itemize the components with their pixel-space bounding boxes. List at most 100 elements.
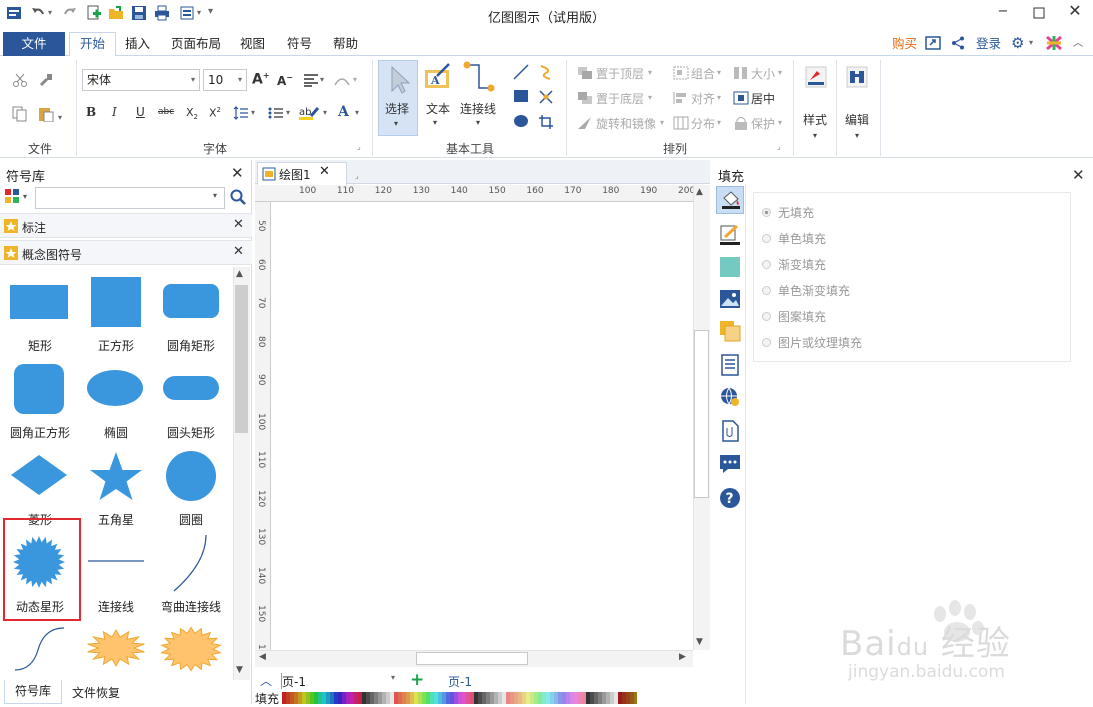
strikethrough-icon[interactable]: abc bbox=[158, 107, 174, 117]
share-icon[interactable] bbox=[950, 35, 966, 54]
bold-icon[interactable]: B bbox=[86, 105, 96, 119]
symbol-rounded-square[interactable] bbox=[14, 364, 64, 414]
tab-symbol-library[interactable]: 符号库 bbox=[4, 680, 62, 704]
scroll-up-icon[interactable]: ▲ bbox=[696, 187, 703, 197]
symbol-rounded-rectangle[interactable] bbox=[163, 284, 219, 318]
radio-button[interactable] bbox=[762, 234, 771, 243]
screen-share-icon[interactable] bbox=[925, 35, 941, 54]
layers-icon[interactable] bbox=[719, 320, 741, 342]
symbol-ellipse[interactable] bbox=[87, 370, 143, 406]
line-tool-icon[interactable] bbox=[513, 64, 529, 83]
radio-button[interactable] bbox=[762, 312, 771, 321]
login-link[interactable]: 登录 bbox=[966, 33, 1011, 56]
distribute-label[interactable]: 分布 bbox=[691, 115, 715, 132]
bullet-list-icon[interactable] bbox=[268, 106, 284, 123]
distribute-icon[interactable] bbox=[673, 116, 689, 133]
scroll-right-icon[interactable]: ▶ bbox=[679, 652, 686, 662]
paste-icon[interactable] bbox=[38, 106, 54, 125]
canvas-v-scroll-thumb[interactable] bbox=[694, 330, 709, 498]
canvas-h-scroll-thumb[interactable] bbox=[416, 652, 528, 665]
menu-file[interactable]: 文件 bbox=[3, 32, 65, 56]
close-window-button[interactable]: ✕ bbox=[1064, 1, 1086, 21]
group-label[interactable]: 组合 bbox=[691, 65, 715, 82]
grow-font-icon[interactable]: A+ bbox=[252, 71, 270, 88]
radio-button[interactable] bbox=[762, 208, 771, 217]
library-section-header[interactable]: 标注 ✕ bbox=[0, 213, 252, 238]
scroll-down-icon[interactable]: ▼ bbox=[696, 637, 703, 647]
highlight-color-icon[interactable]: ab bbox=[298, 104, 320, 123]
font-color-dropdown-icon[interactable]: ▾ bbox=[355, 108, 359, 117]
bring-front-dropdown-icon[interactable]: ▾ bbox=[648, 68, 652, 77]
text-direction-dropdown-icon[interactable]: ▾ bbox=[353, 75, 357, 84]
binoculars-icon[interactable] bbox=[846, 66, 868, 91]
italic-icon[interactable]: I bbox=[112, 105, 117, 119]
ellipse-tool-icon[interactable] bbox=[513, 114, 529, 131]
radio-button[interactable] bbox=[762, 260, 771, 269]
drawing-canvas[interactable] bbox=[271, 202, 693, 650]
help-icon[interactable]: ? bbox=[719, 487, 741, 509]
symbol-rectangle[interactable] bbox=[10, 285, 68, 319]
line-style-icon[interactable] bbox=[719, 224, 741, 246]
edit-dropdown-icon[interactable]: ▾ bbox=[855, 131, 859, 140]
send-back-label[interactable]: 置于底层 bbox=[596, 90, 644, 107]
center-label[interactable]: 居中 bbox=[751, 90, 775, 107]
tab-insert[interactable]: 插入 bbox=[115, 33, 160, 56]
tab-options-icon[interactable]: ⌟ bbox=[355, 171, 359, 180]
symbol-explosion-flat[interactable] bbox=[86, 628, 146, 668]
symbol-explosion-large[interactable] bbox=[160, 626, 222, 672]
color-palette[interactable] bbox=[282, 692, 637, 704]
font-color-icon[interactable]: A bbox=[338, 104, 349, 120]
scroll-left-icon[interactable]: ◀ bbox=[259, 652, 266, 662]
symbol-dynamic-star[interactable] bbox=[12, 535, 66, 589]
maximize-button[interactable] bbox=[1028, 4, 1050, 24]
symbol-square[interactable] bbox=[91, 277, 141, 327]
cut-icon[interactable] bbox=[12, 72, 28, 91]
attachment-icon[interactable] bbox=[719, 420, 741, 442]
app-logo-icon[interactable] bbox=[1045, 35, 1063, 54]
text-tool-icon[interactable]: A bbox=[423, 62, 453, 95]
size-label[interactable]: 大小 bbox=[751, 65, 775, 82]
align-icon[interactable] bbox=[673, 91, 689, 108]
settings-icon[interactable]: ⚙ bbox=[1011, 34, 1024, 52]
tab-help[interactable]: 帮助 bbox=[323, 33, 368, 56]
settings-dropdown-icon[interactable]: ▾ bbox=[1029, 38, 1033, 47]
text-tool-label[interactable]: 文本 bbox=[426, 100, 450, 117]
protect-label[interactable]: 保护 bbox=[751, 115, 775, 132]
send-back-dropdown-icon[interactable]: ▾ bbox=[648, 93, 652, 102]
symbol-connector-line[interactable] bbox=[87, 555, 145, 567]
size-dropdown-icon[interactable]: ▾ bbox=[778, 68, 782, 77]
underline-icon[interactable]: U bbox=[136, 105, 145, 119]
center-icon[interactable] bbox=[733, 91, 749, 108]
document-tab[interactable]: 绘图1 ✕ bbox=[257, 162, 347, 185]
close-fill-panel-button[interactable]: ✕ bbox=[1072, 166, 1085, 184]
group-icon[interactable] bbox=[673, 66, 689, 83]
select-tool-button[interactable]: 选择 ▾ bbox=[378, 60, 418, 136]
fill-tab-button[interactable] bbox=[716, 186, 744, 214]
tab-home[interactable]: 开始 bbox=[69, 32, 117, 57]
symbol-curved-connector[interactable] bbox=[172, 533, 210, 593]
library-scroll-thumb[interactable] bbox=[235, 285, 248, 433]
symbol-capsule-rectangle[interactable] bbox=[163, 376, 219, 400]
symbol-s-curve[interactable] bbox=[14, 626, 66, 672]
text-align-icon[interactable] bbox=[303, 73, 319, 90]
add-page-icon[interactable]: + bbox=[410, 670, 424, 690]
distribute-dropdown-icon[interactable]: ▾ bbox=[717, 118, 721, 127]
send-back-icon[interactable] bbox=[577, 91, 593, 108]
font-name-select[interactable]: 宋体 ▾ bbox=[82, 69, 200, 91]
library-category-dropdown-icon[interactable]: ▾ bbox=[23, 192, 27, 201]
size-icon[interactable] bbox=[733, 66, 749, 83]
highlight-dropdown-icon[interactable]: ▾ bbox=[323, 108, 327, 117]
library-section-header[interactable]: 概念图符号 ✕ bbox=[0, 240, 252, 265]
close-section-icon[interactable]: ✕ bbox=[233, 217, 244, 232]
line-spacing-dropdown-icon[interactable]: ▾ bbox=[251, 108, 255, 117]
scroll-up-icon[interactable]: ▲ bbox=[236, 269, 243, 279]
collapse-ribbon-icon[interactable]: ︿ bbox=[1073, 34, 1083, 49]
symbol-circle[interactable] bbox=[166, 451, 216, 501]
connector-tool-label[interactable]: 连接线 bbox=[460, 100, 496, 117]
tab-symbol[interactable]: 符号 bbox=[277, 33, 322, 56]
align-dropdown-icon[interactable]: ▾ bbox=[320, 75, 324, 84]
tab-view[interactable]: 视图 bbox=[230, 33, 275, 56]
group-dropdown-icon[interactable]: ▾ bbox=[717, 68, 721, 77]
copy-icon[interactable] bbox=[12, 106, 28, 125]
align-label[interactable]: 对齐 bbox=[691, 90, 715, 107]
